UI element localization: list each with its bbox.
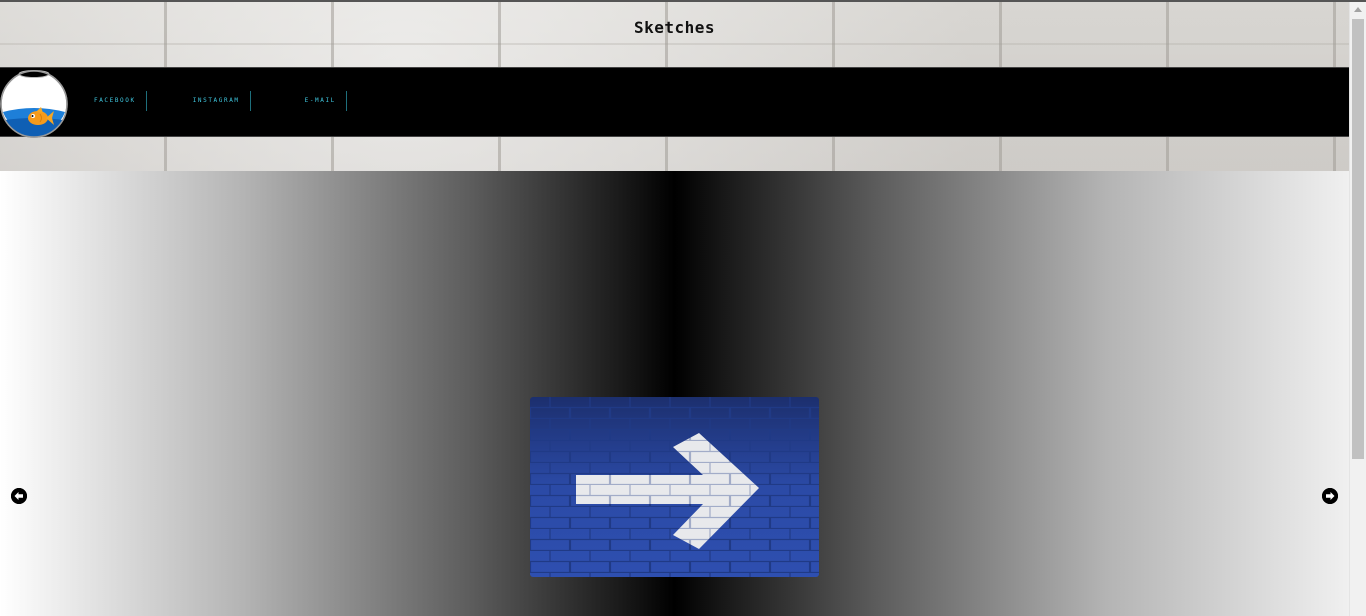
scrollbar-thumb[interactable]: [1352, 19, 1364, 459]
page: Sketches FACEBOOK INSTAGRAM E-MAIL: [0, 0, 1366, 616]
nav-link-facebook[interactable]: FACEBOOK: [82, 91, 147, 111]
white-arrow-on-blue-brick-image: [530, 397, 819, 577]
navbar: FACEBOOK INSTAGRAM E-MAIL: [0, 67, 1349, 138]
image-slider: [0, 171, 1349, 616]
nav-link-email[interactable]: E-MAIL: [293, 91, 347, 111]
nav-link-instagram[interactable]: INSTAGRAM: [181, 91, 251, 111]
arrow-right-circle-icon: [1322, 488, 1338, 504]
page-title: Sketches: [633, 18, 716, 37]
fishbowl-logo-graphic: [0, 70, 68, 138]
slider-prev-button[interactable]: [11, 488, 27, 504]
arrow-left-circle-icon: [11, 488, 27, 504]
brick-wall-header: Sketches FACEBOOK INSTAGRAM E-MAIL: [0, 2, 1349, 171]
fishbowl-logo-icon[interactable]: [0, 68, 70, 138]
scroll-up-arrow-icon[interactable]: [1354, 7, 1362, 12]
vertical-scrollbar[interactable]: [1349, 2, 1366, 616]
slider-next-button[interactable]: [1322, 488, 1338, 504]
nav-links: FACEBOOK INSTAGRAM E-MAIL: [82, 91, 347, 111]
slide-image: [530, 397, 819, 577]
